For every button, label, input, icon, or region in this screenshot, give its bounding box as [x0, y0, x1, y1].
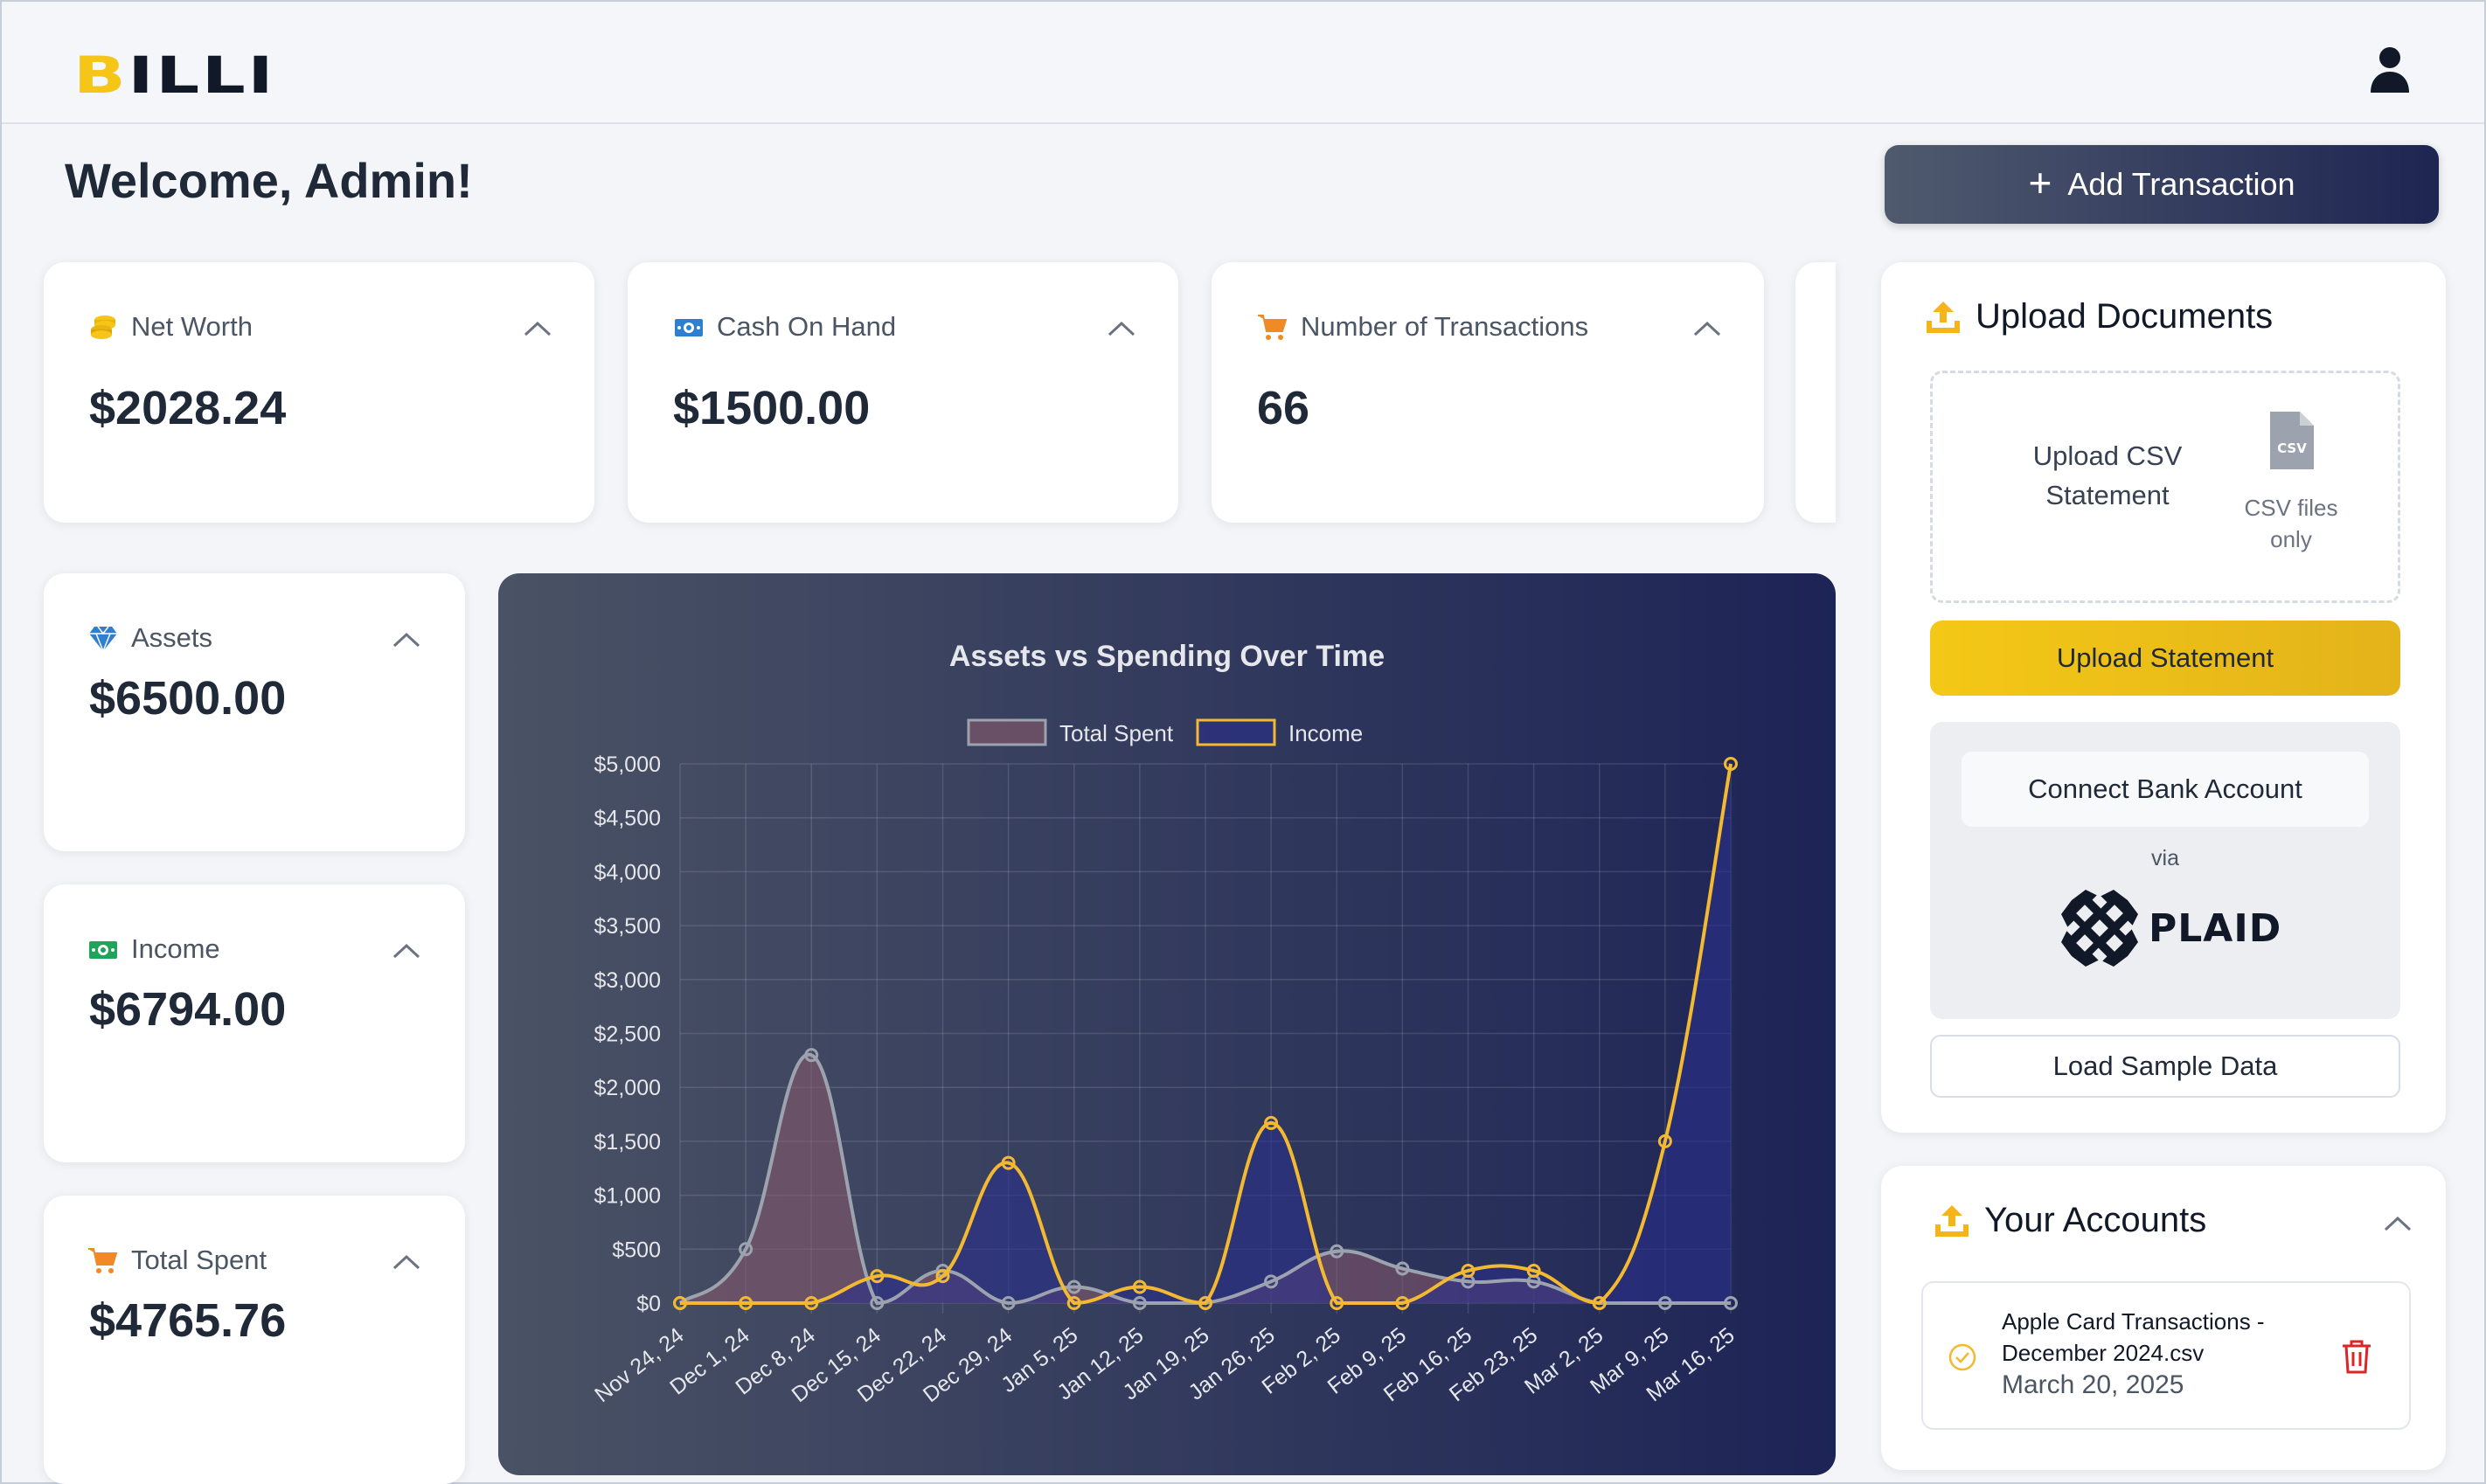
chevron-up-icon[interactable] [392, 631, 421, 648]
trash-icon[interactable] [2341, 1339, 2372, 1374]
connect-bank-button[interactable]: Connect Bank Account [1962, 752, 2369, 827]
chart-canvas: Assets vs Spending Over Time Total Spent I… [590, 640, 1740, 1408]
stat-label: Number of Transactions [1257, 311, 1588, 343]
user-icon[interactable] [2369, 45, 2411, 94]
app-logo[interactable]: BILLI [73, 47, 275, 103]
stat-card-transactions[interactable]: Number of Transactions 66 [1212, 262, 1764, 523]
stat-value: $4765.76 [89, 1294, 287, 1347]
upload-icon [1935, 1204, 1969, 1237]
stat-label-text: Number of Transactions [1301, 311, 1589, 342]
upload-documents-card: Upload Documents Upload CSV Statement CS… [1881, 262, 2446, 1133]
stat-label: Assets [87, 622, 212, 654]
y-tick-label: $1,500 [594, 1130, 661, 1155]
upload-statement-button[interactable]: Upload Statement [1930, 621, 2400, 696]
coins-icon [91, 316, 115, 339]
chevron-up-icon[interactable] [1107, 320, 1136, 337]
drop-zone-text: Upload CSV Statement [2032, 440, 2183, 510]
y-tick-label: $4,000 [594, 860, 661, 884]
plus-icon: + [2028, 160, 2052, 205]
stat-value: $6794.00 [89, 983, 287, 1036]
chevron-up-icon[interactable] [392, 942, 421, 960]
svg-text:CSV: CSV [2277, 440, 2307, 456]
chevron-up-icon[interactable] [1692, 320, 1722, 337]
y-tick-label: $2,500 [594, 1023, 661, 1047]
page-title: Welcome, Admin! [65, 153, 473, 208]
cart-icon [88, 1248, 118, 1273]
csv-file-icon: CSV [2270, 412, 2314, 469]
stat-label-text: Net Worth [131, 311, 253, 342]
account-date: March 20, 2025 [2002, 1370, 2184, 1399]
x-tick-label: Nov 24, 24 [590, 1323, 689, 1408]
legend-label: Income [1288, 720, 1363, 746]
plaid-icon [2061, 890, 2138, 967]
legend-label: Total Spent [1059, 720, 1174, 746]
diamond-icon [89, 626, 117, 653]
add-transaction-button[interactable]: + Add Transaction [1885, 145, 2439, 224]
legend-swatch [1196, 718, 1276, 746]
chart-title: Assets vs Spending Over Time [949, 640, 1385, 673]
accounts-title: Your Accounts [1984, 1201, 2207, 1239]
plaid-logo[interactable]: PLAID [2059, 888, 2281, 968]
stat-label-text: Total Spent [131, 1245, 267, 1275]
account-list-item[interactable]: Apple Card Transactions - December 2024.… [1921, 1281, 2411, 1430]
stat-card-net-worth[interactable]: Net Worth $2028.24 [44, 262, 594, 523]
plaid-text: PLAID [2149, 905, 2282, 951]
y-tick-label: $0 [636, 1292, 661, 1316]
check-circle-icon [1948, 1343, 1976, 1371]
logo-text: ILLI [128, 45, 276, 105]
stat-label-text: Cash On Hand [717, 311, 897, 342]
stat-card-assets[interactable]: Assets $6500.00 [44, 573, 465, 851]
assets-spending-chart: Assets vs Spending Over Time Total Spent I… [498, 573, 1836, 1475]
stat-value: $1500.00 [673, 382, 871, 434]
stat-value: $6500.00 [89, 672, 287, 725]
stat-label-text: Assets [131, 622, 213, 653]
upload-header: Upload Documents [1925, 297, 2273, 336]
chevron-up-icon[interactable] [523, 320, 552, 337]
add-transaction-label: Add Transaction [2067, 166, 2295, 202]
file-type-hint: CSV files only [2244, 495, 2338, 552]
csv-drop-zone[interactable]: Upload CSV Statement CSV CSV files only [1930, 371, 2400, 603]
logo-letter: B [73, 45, 128, 105]
legend-swatch [967, 718, 1047, 746]
y-tick-label: $500 [612, 1238, 661, 1262]
stat-card-partial[interactable] [1795, 262, 1836, 523]
y-tick-label: $5,000 [594, 752, 661, 777]
upload-title: Upload Documents [1976, 297, 2274, 336]
upload-icon [1927, 301, 1960, 333]
top-bar: BILLI [2, 2, 2484, 124]
y-tick-label: $4,500 [594, 807, 661, 831]
via-text: via [2151, 846, 2179, 870]
accounts-header: Your Accounts [1934, 1201, 2206, 1240]
y-tick-label: $3,000 [594, 968, 661, 993]
your-accounts-card: Your Accounts Apple Card Transactions - … [1881, 1166, 2446, 1470]
stat-label: Cash On Hand [673, 311, 896, 343]
stat-card-total-spent[interactable]: Total Spent $4765.76 [44, 1196, 465, 1484]
chevron-up-icon[interactable] [392, 1253, 421, 1271]
chevron-up-icon[interactable] [2383, 1215, 2413, 1232]
y-tick-label: $3,500 [594, 914, 661, 939]
y-tick-label: $1,000 [594, 1184, 661, 1209]
stat-value: $2028.24 [89, 382, 287, 434]
stat-card-income[interactable]: Income $6794.00 [44, 884, 465, 1162]
y-tick-label: $2,000 [594, 1076, 661, 1100]
money-icon [89, 941, 117, 959]
load-sample-data-button[interactable]: Load Sample Data [1930, 1035, 2400, 1098]
cart-icon [1258, 315, 1288, 340]
stat-card-cash-on-hand[interactable]: Cash On Hand $1500.00 [628, 262, 1178, 523]
plaid-connect-panel: Connect Bank Account via PLAID [1930, 722, 2400, 1019]
stat-label-text: Income [131, 933, 220, 964]
cash-icon [675, 319, 703, 336]
stat-label: Net Worth [87, 311, 253, 343]
account-file-name: Apple Card Transactions - December 2024.… [2002, 1308, 2265, 1366]
stat-value: 66 [1257, 382, 1310, 434]
stat-label: Income [87, 933, 220, 965]
stat-label: Total Spent [87, 1245, 267, 1276]
